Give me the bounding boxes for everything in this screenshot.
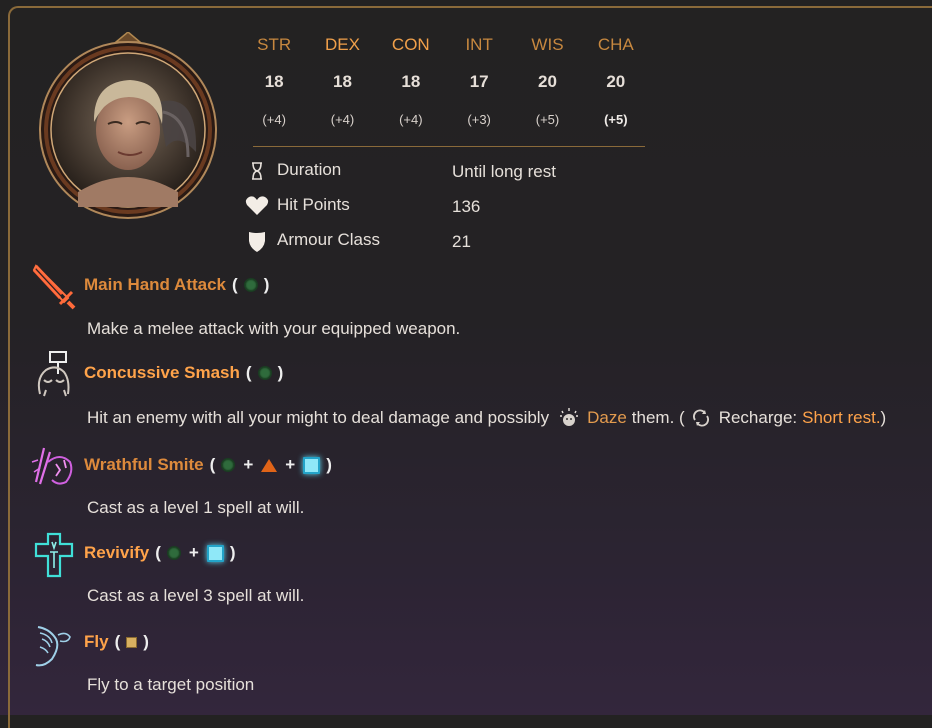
condition-link[interactable]: Daze [587,408,627,428]
action-name: Wrathful Smite [84,455,204,474]
property-duration: Duration Until long rest [244,158,664,193]
properties-list: Duration Until long rest Hit Points 136 … [244,158,664,263]
recharge-label: Recharge: [718,408,798,427]
property-value: 21 [452,232,471,251]
stat-value: 18 [264,72,284,91]
daze-icon [557,406,581,430]
stat-str: STR 18 (+4) [240,30,308,132]
action-description: Cast as a level 3 spell at will. [87,586,305,605]
stat-value: 18 [401,72,421,91]
stat-modifier: (+4) [262,112,286,127]
shield-icon [244,228,270,254]
stat-modifier: (+3) [467,112,491,127]
description-text: Hit an enemy with all your might to deal… [87,408,550,427]
sword-icon [30,262,78,312]
action-header: Fly ( ) [84,632,149,651]
description-text: them. ( [631,408,685,427]
stat-name: DEX [325,35,360,54]
action-header: Concussive Smash ( ) [84,363,284,382]
revivify-icon [30,530,78,580]
action-name: Fly [84,632,109,651]
spell-slot-resource-icon [303,456,321,474]
heart-icon [244,193,270,219]
property-value: Until long rest [452,162,556,181]
stat-value: 20 [538,72,557,91]
stat-modifier: (+4) [330,112,355,127]
action-description: Make a melee attack with your equipped w… [87,319,461,338]
stat-con: CON 18 (+4) [377,30,445,132]
action-name: Concussive Smash [84,363,240,382]
movement-resource-icon [126,636,138,648]
action-resource-icon [257,366,272,380]
stat-dex: DEX 18 (+4) [308,30,376,132]
ability-scores: STR 18 (+4) DEX 18 (+4) CON 18 (+4) INT … [240,30,650,132]
property-hit-points: Hit Points 136 [244,193,664,228]
action-description: Hit an enemy with all your might to deal… [87,406,886,430]
stat-value: 20 [606,72,626,91]
property-value: 136 [452,197,481,216]
character-portrait [38,31,218,222]
stat-modifier: (+5) [535,112,560,127]
bonus-action-resource-icon [261,458,278,472]
stat-name: INT [465,35,493,54]
stat-modifier: (+5) [604,112,628,127]
property-label: Hit Points [277,195,350,214]
action-name: Main Hand Attack [84,275,227,294]
stat-cha: CHA 20 (+5) [582,30,650,132]
property-armour-class: Armour Class 21 [244,228,664,263]
action-header: Revivify ( + ) [84,543,236,562]
action-resource-icon [243,278,258,292]
stat-wis: WIS 20 (+5) [513,30,581,132]
stat-modifier: (+4) [399,112,423,127]
action-header: Main Hand Attack ( ) [84,275,270,294]
action-header: Wrathful Smite ( + + ) [84,455,332,474]
property-label: Duration [277,160,342,179]
stat-name: CHA [597,35,634,54]
recharge-value: Short rest. [802,408,881,427]
wrathful-smite-icon [30,442,78,492]
stats-divider [253,146,645,147]
action-resource-icon [221,458,236,472]
action-description: Cast as a level 1 spell at will. [87,498,305,517]
stat-value: 18 [333,72,352,91]
hourglass-icon [244,158,270,184]
description-text: ) [880,408,887,427]
action-resource-icon [166,546,181,560]
spell-slot-resource-icon [206,544,224,562]
wing-icon [30,619,78,669]
action-description: Fly to a target position [87,675,255,694]
stat-name: WIS [531,35,564,54]
stat-int: INT 17 (+3) [445,30,513,132]
recharge-icon [691,408,711,428]
property-label: Armour Class [277,230,380,249]
stat-value: 17 [469,72,489,91]
stat-name: CON [391,35,430,54]
hammer-strike-icon [30,350,78,400]
stat-name: STR [257,35,292,54]
action-name: Revivify [84,543,150,562]
